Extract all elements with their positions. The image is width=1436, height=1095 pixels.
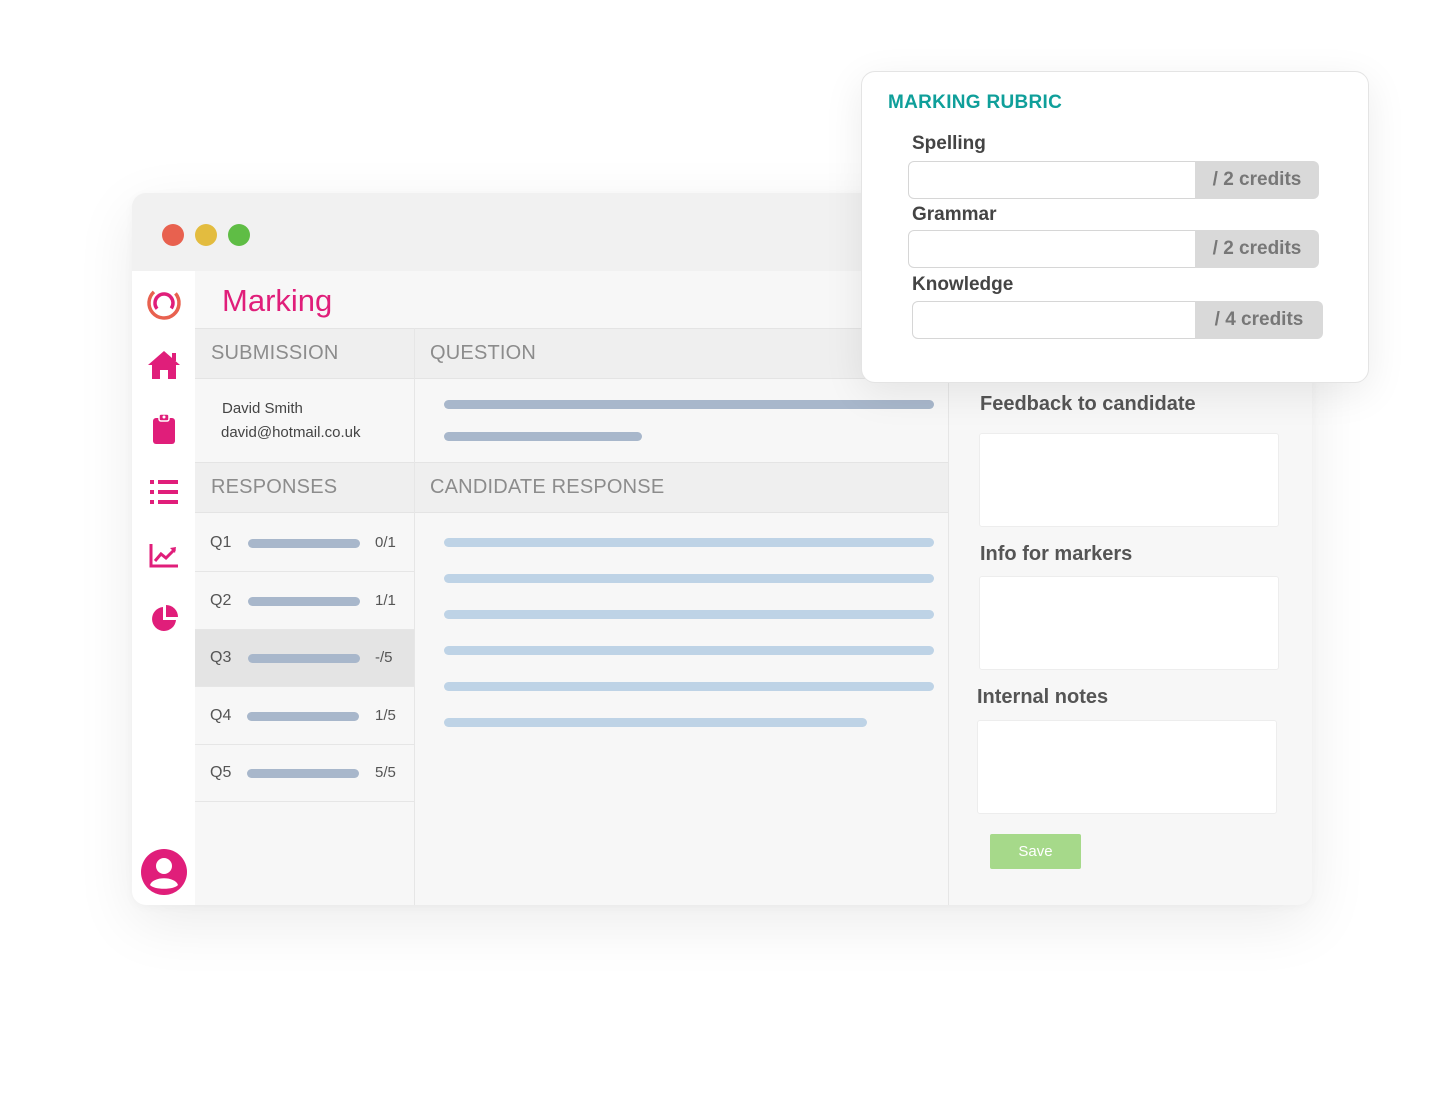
response-row-q5[interactable]: Q5 5/5: [195, 745, 414, 802]
criterion-label-grammar: Grammar: [912, 204, 997, 225]
response-text-line: [444, 682, 934, 691]
response-text-line: [444, 538, 934, 547]
sidebar: [132, 271, 195, 905]
column-divider: [414, 328, 415, 905]
rubric-title: MARKING RUBRIC: [888, 92, 1063, 113]
response-row-q4[interactable]: Q4 1/5: [195, 688, 414, 745]
response-label: Q3: [210, 649, 232, 666]
response-progress-bar: [248, 539, 360, 548]
info-for-markers-label: Info for markers: [980, 543, 1133, 565]
pie-chart-icon[interactable]: [146, 601, 182, 637]
response-score: 1/1: [375, 592, 396, 609]
response-text-line: [444, 574, 934, 583]
response-label: Q4: [210, 707, 232, 724]
spelling-credits-suffix: / 2 credits: [1195, 161, 1319, 199]
grammar-credits-input[interactable]: [908, 230, 1196, 268]
knowledge-credits-suffix: / 4 credits: [1195, 301, 1323, 339]
marking-rubric-card: MARKING RUBRIC Spelling / 2 credits Gram…: [861, 71, 1369, 383]
criterion-label-knowledge: Knowledge: [912, 274, 1014, 295]
response-score: 5/5: [375, 764, 396, 781]
response-progress-bar: [248, 654, 360, 663]
response-score: 1/5: [375, 707, 396, 724]
clipboard-icon[interactable]: [146, 411, 182, 447]
internal-notes-label: Internal notes: [977, 686, 1109, 708]
knowledge-credits-input[interactable]: [912, 301, 1196, 339]
response-label: Q5: [210, 764, 232, 781]
response-row-q2[interactable]: Q2 1/1: [195, 573, 414, 630]
home-icon[interactable]: [146, 347, 182, 383]
response-text-line: [444, 646, 934, 655]
question-text-line: [444, 400, 934, 409]
list-icon[interactable]: [146, 474, 182, 510]
response-row-q3[interactable]: Q3 -/5: [195, 630, 414, 687]
app-logo-icon[interactable]: [146, 285, 182, 321]
user-profile-icon[interactable]: [140, 848, 188, 896]
candidate-response-header: CANDIDATE RESPONSE: [414, 462, 948, 513]
response-label: Q1: [210, 534, 232, 551]
response-text-line: [444, 718, 867, 727]
grammar-credits-suffix: / 2 credits: [1195, 230, 1319, 268]
response-row-q1[interactable]: Q1 0/1: [195, 515, 414, 572]
response-text-line: [444, 610, 934, 619]
criterion-label-spelling: Spelling: [912, 133, 986, 154]
response-score: -/5: [375, 649, 393, 666]
responses-header: RESPONSES: [195, 462, 415, 513]
response-label: Q2: [210, 592, 232, 609]
page-title: Marking: [222, 283, 333, 318]
close-window-button[interactable]: [162, 224, 184, 246]
submission-header: SUBMISSION: [195, 328, 415, 379]
save-button[interactable]: Save: [990, 834, 1081, 869]
feedback-label: Feedback to candidate: [980, 393, 1196, 415]
maximize-window-button[interactable]: [228, 224, 250, 246]
line-chart-icon[interactable]: [146, 537, 182, 573]
question-text-line: [444, 432, 642, 441]
feedback-textarea[interactable]: [979, 433, 1279, 527]
spelling-credits-input[interactable]: [908, 161, 1196, 199]
column-divider: [948, 328, 949, 905]
candidate-name: David Smith: [222, 400, 303, 417]
response-score: 0/1: [375, 534, 396, 551]
internal-notes-textarea[interactable]: [977, 720, 1277, 814]
response-progress-bar: [247, 769, 359, 778]
info-for-markers-textarea[interactable]: [979, 576, 1279, 670]
response-progress-bar: [247, 712, 359, 721]
response-progress-bar: [248, 597, 360, 606]
minimize-window-button[interactable]: [195, 224, 217, 246]
candidate-email: david@hotmail.co.uk: [221, 424, 361, 441]
